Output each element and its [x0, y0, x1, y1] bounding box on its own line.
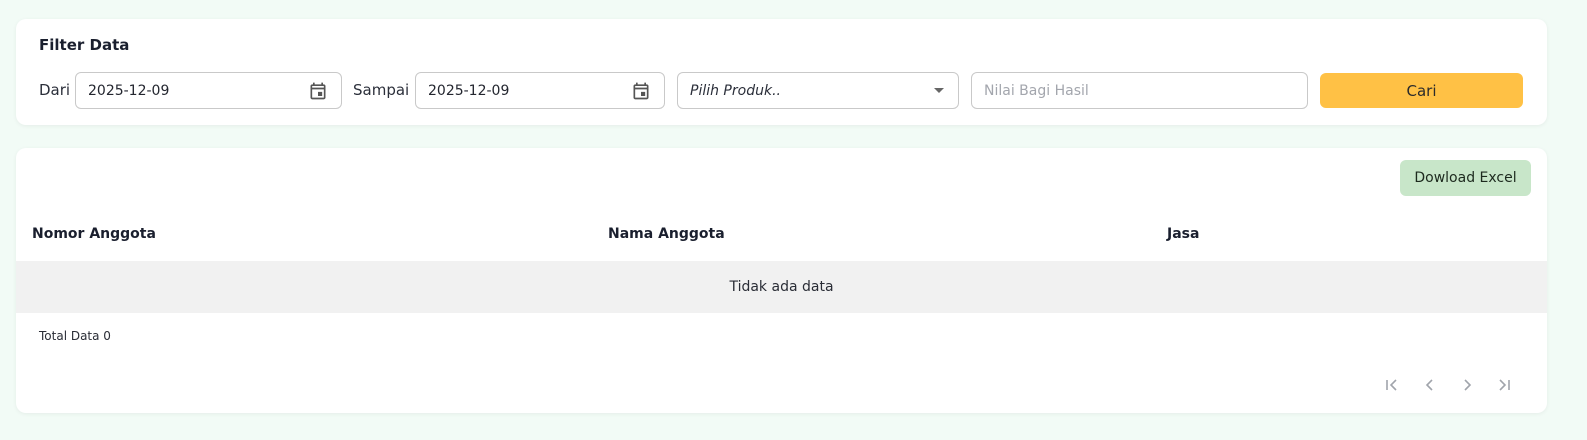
empty-table-message: Tidak ada data	[729, 279, 834, 295]
to-label: Sampai	[353, 81, 410, 99]
date-to-input[interactable]: 2025-12-09	[415, 72, 665, 109]
column-header-service[interactable]: Jasa	[1167, 226, 1199, 242]
share-value-input[interactable]: Nilai Bagi Hasil	[971, 72, 1308, 109]
calendar-icon[interactable]	[630, 80, 652, 102]
table-card: Dowload Excel Nomor Anggota Nama Anggota…	[16, 148, 1547, 413]
total-data-count: Total Data 0	[39, 329, 111, 343]
from-label: Dari	[39, 81, 71, 99]
download-excel-button[interactable]: Dowload Excel	[1400, 160, 1531, 196]
date-to-value: 2025-12-09	[428, 82, 510, 99]
column-header-member-number[interactable]: Nomor Anggota	[32, 226, 156, 242]
column-header-member-name[interactable]: Nama Anggota	[608, 226, 725, 242]
share-value-placeholder: Nilai Bagi Hasil	[984, 82, 1089, 99]
previous-page-icon[interactable]	[1418, 373, 1442, 397]
date-from-value: 2025-12-09	[88, 82, 170, 99]
empty-table-row: Tidak ada data	[16, 261, 1547, 313]
product-select-value: Pilih Produk..	[690, 82, 781, 99]
last-page-icon[interactable]	[1492, 373, 1516, 397]
next-page-icon[interactable]	[1455, 373, 1479, 397]
filter-card: Filter Data Dari 2025-12-09 Sampai 2025-…	[16, 19, 1547, 125]
calendar-icon[interactable]	[307, 80, 329, 102]
caret-down-icon	[932, 84, 946, 98]
first-page-icon[interactable]	[1380, 373, 1404, 397]
product-select[interactable]: Pilih Produk..	[677, 72, 959, 109]
filter-title: Filter Data	[39, 36, 130, 54]
date-from-input[interactable]: 2025-12-09	[75, 72, 342, 109]
search-button[interactable]: Cari	[1320, 73, 1523, 108]
